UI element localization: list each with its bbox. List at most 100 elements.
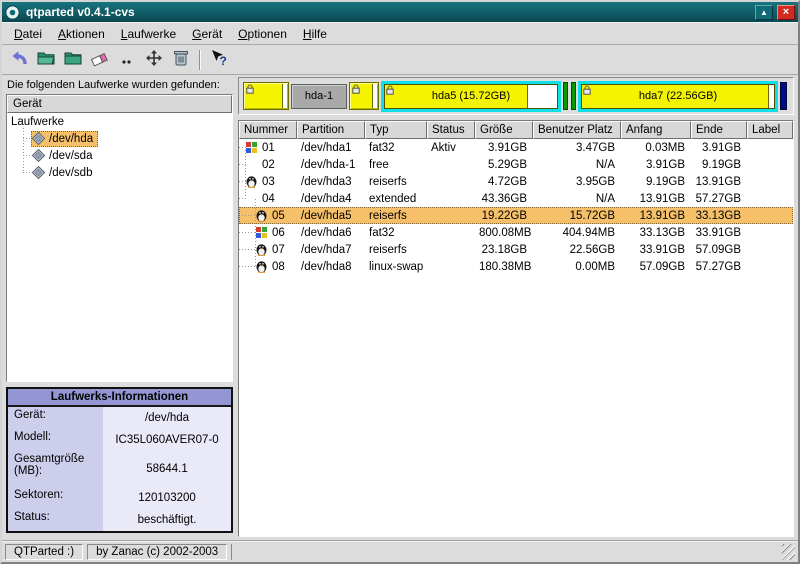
folder-closed-button[interactable] xyxy=(60,47,86,73)
app-icon[interactable] xyxy=(5,5,20,20)
folder-open-icon xyxy=(36,48,56,71)
partition-block-hda8[interactable] xyxy=(780,82,787,110)
partition-row-dev-hda8[interactable]: 08/dev/hda8linux-swap180.38MB0.00MB57.09… xyxy=(239,258,793,275)
partition-row-dev-hda4[interactable]: 04/dev/hda4extended43.36GBN/A13.91GB57.2… xyxy=(239,190,793,207)
device-tree-header[interactable]: Gerät xyxy=(7,95,232,113)
cell-status: Aktiv xyxy=(427,140,475,156)
cell-nummer: 07 xyxy=(239,242,297,258)
partition-block-hda-1[interactable]: hda-1 xyxy=(291,84,347,109)
menu-laufwerke[interactable]: Laufwerke xyxy=(113,24,184,44)
lock-icon xyxy=(352,84,360,94)
folder-closed-icon xyxy=(63,48,83,71)
cell-anfang: 33.91GB xyxy=(621,242,691,258)
cell-partition: /dev/hda7 xyxy=(297,242,365,258)
menubar: DateiAktionenLaufwerkeGerätOptionenHilfe xyxy=(2,22,798,45)
column-header-ende[interactable]: Ende xyxy=(691,121,747,139)
partition-row-dev-hda6[interactable]: 06/dev/hda6fat32800.08MB404.94MB33.13GB3… xyxy=(239,224,793,241)
device-label: /dev/sda xyxy=(49,150,92,162)
cell-benutzer-platz: 15.72GB xyxy=(533,208,621,224)
tree-line xyxy=(239,266,256,267)
partition-block-hda7[interactable]: hda7 (22.56GB) xyxy=(578,81,778,112)
cell-benutzer-platz: 22.56GB xyxy=(533,242,621,258)
tree-root-laufwerke[interactable]: Laufwerke xyxy=(9,115,230,130)
eraser-button[interactable] xyxy=(87,47,113,73)
trash-button[interactable] xyxy=(168,47,194,73)
partition-row-dev-hda7[interactable]: 07/dev/hda7reiserfs23.18GB22.56GB33.91GB… xyxy=(239,241,793,258)
device-item-dev-sda[interactable]: /dev/sda xyxy=(18,147,230,164)
column-header-nummer[interactable]: Nummer xyxy=(239,121,297,139)
column-header-anfang[interactable]: Anfang xyxy=(621,121,691,139)
tux-icon xyxy=(256,209,271,222)
menu-ger-t[interactable]: Gerät xyxy=(184,24,230,44)
dots-button[interactable] xyxy=(114,47,140,73)
dots-icon xyxy=(117,48,137,71)
device-item-dev-hda[interactable]: /dev/hda xyxy=(18,130,230,147)
lock-icon xyxy=(583,85,591,95)
menu-optionen[interactable]: Optionen xyxy=(230,24,295,44)
whats-this-help-button[interactable]: ? xyxy=(206,47,232,73)
folder-open-button[interactable] xyxy=(33,47,59,73)
status-filler xyxy=(231,544,778,560)
cell-partition: /dev/hda5 xyxy=(297,208,365,224)
shade-button[interactable]: ▲ xyxy=(755,5,773,20)
partition-block-label: hda5 (15.72GB) xyxy=(384,84,558,109)
menu-hilfe[interactable]: Hilfe xyxy=(295,24,335,44)
tree-line xyxy=(239,181,246,182)
partition-block-hda5[interactable]: hda5 (15.72GB) xyxy=(381,81,561,112)
main-area: Die folgenden Laufwerke wurden gefunden:… xyxy=(2,75,798,541)
column-header-status[interactable]: Status xyxy=(427,121,475,139)
info-row-modell: Modell:IC35L060AVER07-0 xyxy=(8,429,231,451)
column-header-label[interactable]: Label xyxy=(747,121,793,139)
titlebar[interactable]: qtparted v0.4.1-cvs ▲ × xyxy=(2,2,798,22)
cell-typ: linux-swap xyxy=(365,259,427,275)
cell-groesse: 800.08MB xyxy=(475,225,533,241)
info-row-sektoren: Sektoren:120103200 xyxy=(8,487,231,509)
lock-icon xyxy=(386,85,394,95)
partition-table: NummerPartitionTypStatusGrößeBenutzer Pl… xyxy=(238,120,794,537)
partition-row-dev-hda1[interactable]: 01/dev/hda1fat32Aktiv3.91GB3.47GB0.03MB3… xyxy=(239,139,793,156)
toolbar: ? xyxy=(2,45,798,75)
partition-block-hda3[interactable] xyxy=(349,82,379,110)
partition-block-hda1[interactable] xyxy=(243,82,289,110)
cell-nummer: 03 xyxy=(239,174,297,190)
info-value: 120103200 xyxy=(103,487,231,509)
device-item-dev-sdb[interactable]: /dev/sdb xyxy=(18,164,230,181)
partition-number: 05 xyxy=(271,208,285,224)
trash-icon xyxy=(171,48,191,71)
move-button[interactable] xyxy=(141,47,167,73)
close-button[interactable]: × xyxy=(777,5,795,20)
device-tree-body: Laufwerke /dev/hda/dev/sda/dev/sdb xyxy=(7,113,232,381)
move-icon xyxy=(144,48,164,71)
column-header-benutzer-platz[interactable]: Benutzer Platz xyxy=(533,121,621,139)
partition-row-dev-hda5[interactable]: 05/dev/hda5reiserfs19.22GB15.72GB13.91GB… xyxy=(239,207,793,224)
partition-number: 08 xyxy=(271,259,285,275)
partition-row-dev-hda3[interactable]: 03/dev/hda3reiserfs4.72GB3.95GB9.19GB13.… xyxy=(239,173,793,190)
cell-ende: 57.09GB xyxy=(691,242,747,258)
cell-anfang: 33.13GB xyxy=(621,225,691,241)
info-label: Sektoren: xyxy=(8,487,103,509)
undo-button[interactable] xyxy=(6,47,32,73)
drive-info-panel: Laufwerks-Informationen Gerät:/dev/hdaMo… xyxy=(6,387,233,533)
partition-row-dev-hda-1[interactable]: 02/dev/hda-1free5.29GBN/A3.91GB9.19GB xyxy=(239,156,793,173)
eraser-icon xyxy=(90,48,110,71)
tree-line xyxy=(239,164,246,165)
cell-groesse: 5.29GB xyxy=(475,157,533,173)
cell-groesse: 23.18GB xyxy=(475,242,533,258)
column-header-gr-e[interactable]: Größe xyxy=(475,121,533,139)
menu-aktionen[interactable]: Aktionen xyxy=(50,24,113,44)
partition-table-header: NummerPartitionTypStatusGrößeBenutzer Pl… xyxy=(239,121,793,139)
column-header-partition[interactable]: Partition xyxy=(297,121,365,139)
left-panel: Die folgenden Laufwerke wurden gefunden:… xyxy=(2,75,236,541)
drive-info-title: Laufwerks-Informationen xyxy=(8,389,231,407)
drive-info-rows: Gerät:/dev/hdaModell:IC35L060AVER07-0Ges… xyxy=(8,407,231,531)
cell-ende: 33.91GB xyxy=(691,225,747,241)
menu-datei[interactable]: Datei xyxy=(6,24,50,44)
window-title: qtparted v0.4.1-cvs xyxy=(24,5,751,19)
cell-partition: /dev/hda1 xyxy=(297,140,365,156)
partition-block-hda6[interactable] xyxy=(563,82,576,110)
cell-benutzer-platz: 3.47GB xyxy=(533,140,621,156)
resize-grip[interactable] xyxy=(782,544,795,560)
cell-typ: reiserfs xyxy=(365,208,427,224)
qtparted-window: qtparted v0.4.1-cvs ▲ × DateiAktionenLau… xyxy=(0,0,800,564)
column-header-typ[interactable]: Typ xyxy=(365,121,427,139)
